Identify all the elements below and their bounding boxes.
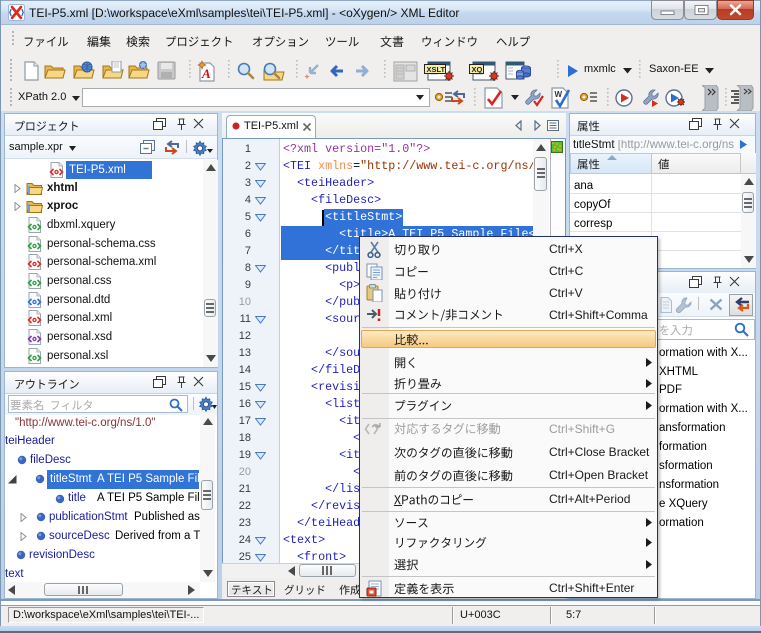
svg-text:XQ: XQ — [472, 65, 483, 74]
svg-text:XSLT: XSLT — [427, 65, 446, 74]
svg-text:W: W — [555, 90, 563, 99]
